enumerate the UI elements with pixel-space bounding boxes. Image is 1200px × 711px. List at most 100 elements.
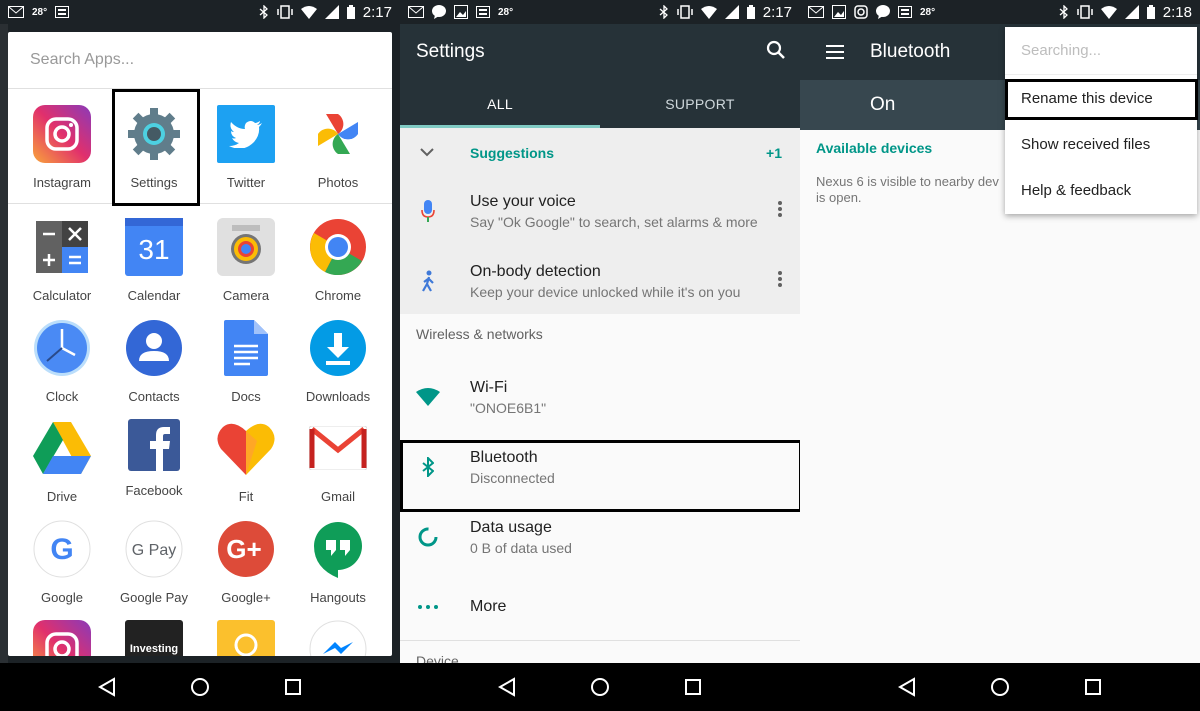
investing-text: Investing — [129, 643, 179, 655]
overflow-menu-icon[interactable] — [778, 270, 782, 292]
app-instagram-2[interactable] — [16, 606, 108, 656]
app-label: Drive — [46, 489, 78, 504]
home-button[interactable] — [580, 667, 620, 707]
search-apps-input[interactable]: Search Apps... — [8, 32, 392, 88]
recents-button[interactable] — [1073, 667, 1113, 707]
suggestions-label: Suggestions — [470, 145, 555, 161]
photos-icon — [309, 105, 367, 163]
suggestion-on-body-detection[interactable]: On-body detection Keep your device unloc… — [400, 250, 800, 312]
chat-notification-icon — [876, 5, 890, 19]
settings-item-wifi[interactable]: Wi-Fi "ONOE6B1" — [400, 366, 800, 428]
twitter-icon — [217, 105, 275, 163]
row-title: Use your voice — [470, 192, 576, 210]
google-icon: G — [33, 520, 91, 578]
app-contacts[interactable]: Contacts — [108, 305, 200, 406]
status-bar: 28° 2:17 — [0, 0, 400, 24]
wifi-icon — [400, 388, 470, 406]
tab-all[interactable]: ALL — [400, 80, 600, 128]
recents-button[interactable] — [273, 667, 313, 707]
menu-item-show-received-files[interactable]: Show received files — [1005, 121, 1197, 167]
image-notification-icon — [832, 5, 846, 19]
data-usage-icon — [400, 526, 470, 548]
settings-toolbar: Settings — [400, 24, 800, 80]
app-twitter[interactable]: Twitter — [200, 89, 292, 203]
gmail-icon — [309, 419, 367, 477]
chevron-down-icon[interactable] — [420, 145, 470, 161]
back-button[interactable] — [487, 667, 527, 707]
app-google[interactable]: G Google — [16, 506, 108, 607]
app-hangouts[interactable]: Hangouts — [292, 506, 384, 607]
contacts-icon — [125, 319, 183, 377]
signal-icon — [324, 5, 339, 19]
drive-icon — [33, 419, 91, 477]
vibrate-icon — [277, 5, 293, 19]
temperature: 28° — [498, 6, 514, 18]
app-drawer-screen: 28° 2:17 Search Apps... Instagram Settin… — [0, 0, 400, 711]
tab-support[interactable]: SUPPORT — [600, 80, 800, 128]
home-button[interactable] — [980, 667, 1020, 707]
navigation-bar — [400, 663, 800, 711]
wifi-status-icon — [300, 5, 317, 19]
app-label: Google Pay — [120, 589, 188, 605]
app-clock[interactable]: Clock — [16, 305, 108, 406]
row-subtitle: Keep your device unlocked while it's on … — [470, 283, 741, 300]
docs-icon — [217, 319, 275, 377]
app-instagram[interactable]: Instagram — [16, 89, 108, 203]
app-investing[interactable]: Investing — [108, 606, 200, 656]
app-calculator[interactable]: Calculator — [16, 204, 108, 305]
vibrate-icon — [677, 5, 693, 19]
app-label: Chrome — [314, 288, 362, 303]
gmail-notification-icon — [408, 6, 424, 18]
rename-highlight-box — [1005, 79, 1198, 120]
app-docs[interactable]: Docs — [200, 305, 292, 406]
row-title: Data usage — [470, 518, 552, 536]
app-drive[interactable]: Drive — [16, 405, 108, 506]
settings-item-more[interactable]: More — [400, 576, 800, 638]
recents-button[interactable] — [673, 667, 713, 707]
row-title: On-body detection — [470, 262, 601, 280]
signal-icon — [1124, 5, 1139, 19]
vibrate-icon — [1077, 5, 1093, 19]
app-fit[interactable]: Fit — [200, 405, 292, 506]
app-label: Fit — [238, 489, 254, 504]
overflow-menu-icon[interactable] — [778, 200, 782, 222]
clock-time: 2:17 — [762, 3, 792, 21]
app-downloads[interactable]: Downloads — [292, 305, 384, 406]
home-button[interactable] — [180, 667, 220, 707]
page-title: Settings — [416, 41, 485, 62]
instagram-notification-icon — [854, 5, 868, 19]
settings-tabs: ALL SUPPORT — [400, 80, 800, 128]
search-icon[interactable] — [766, 40, 786, 66]
back-button[interactable] — [887, 667, 927, 707]
menu-searching[interactable]: Searching... — [1005, 27, 1197, 75]
app-chrome[interactable]: Chrome — [292, 204, 384, 305]
app-camera[interactable]: Camera — [200, 204, 292, 305]
app-facebook[interactable]: Facebook — [108, 405, 200, 506]
app-calendar[interactable]: 31 Calendar — [108, 204, 200, 305]
battery-icon — [1146, 5, 1155, 19]
hangouts-icon — [309, 520, 367, 578]
menu-item-help-feedback[interactable]: Help & feedback — [1005, 167, 1197, 213]
suggestion-use-your-voice[interactable]: Use your voice Say "Ok Google" to search… — [400, 180, 800, 242]
clock-icon — [33, 319, 91, 377]
app-label: Twitter — [226, 175, 266, 190]
microphone-icon — [400, 200, 470, 222]
app-messenger[interactable] — [292, 606, 384, 656]
row-subtitle: Say "Ok Google" to search, set alarms & … — [470, 213, 758, 230]
app-gmail[interactable]: Gmail — [292, 405, 384, 506]
app-google-pay[interactable]: G Pay Google Pay — [108, 506, 200, 607]
visibility-message: Nexus 6 is visible to nearby dev is open… — [816, 174, 1016, 206]
app-keep[interactable] — [200, 606, 292, 656]
section-wireless-header: Wireless & networks — [416, 326, 543, 342]
back-button[interactable] — [87, 667, 127, 707]
app-google-plus[interactable]: G+ Google+ — [200, 506, 292, 607]
app-photos[interactable]: Photos — [292, 89, 384, 203]
svg-text:G: G — [50, 533, 73, 566]
page-title: Bluetooth — [870, 41, 951, 62]
camera-icon — [217, 218, 275, 276]
hamburger-menu-icon[interactable] — [800, 45, 870, 59]
signal-icon — [724, 5, 739, 19]
row-subtitle: "ONOE6B1" — [470, 399, 547, 416]
suggestions-header[interactable]: Suggestions +1 — [400, 128, 800, 178]
settings-item-data-usage[interactable]: Data usage 0 B of data used — [400, 506, 800, 568]
